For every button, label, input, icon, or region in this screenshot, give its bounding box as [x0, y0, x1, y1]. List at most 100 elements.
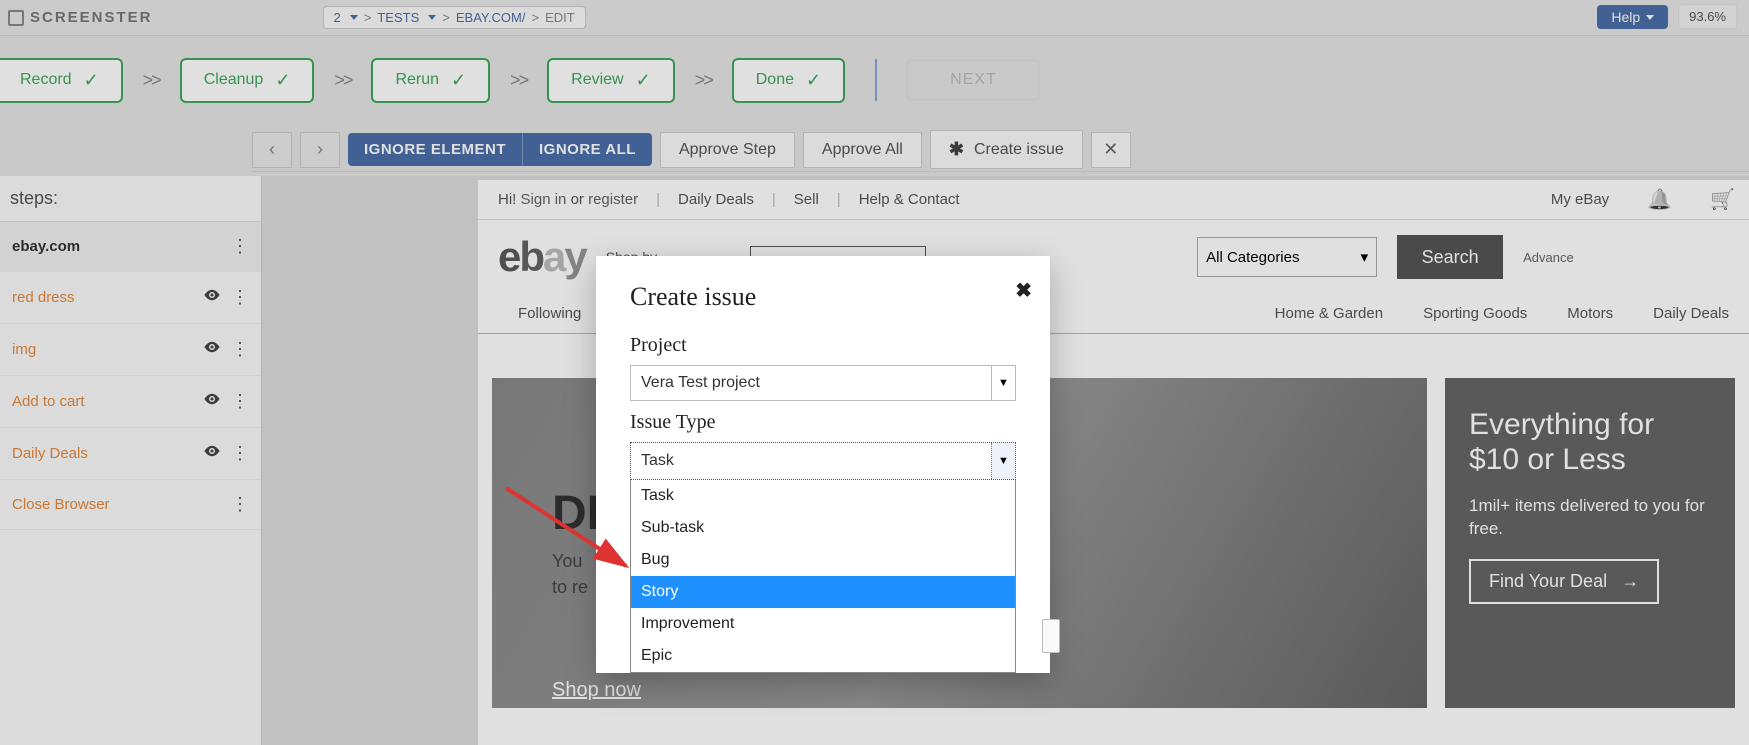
- check-icon: ✓: [806, 70, 821, 91]
- dropdown-option[interactable]: Sub-task: [631, 512, 1015, 544]
- chevron-down-icon[interactable]: ▼: [992, 365, 1016, 401]
- nav-sporting[interactable]: Sporting Goods: [1423, 305, 1527, 322]
- breadcrumb-sep: >: [531, 10, 539, 25]
- dropdown-option[interactable]: Story: [631, 576, 1015, 608]
- banner-sub1: You: [552, 551, 582, 571]
- sidebar-item[interactable]: Daily Deals ⋮: [0, 428, 261, 480]
- done-label: Done: [756, 71, 794, 89]
- prev-arrow-button[interactable]: ‹: [252, 132, 292, 168]
- kebab-icon[interactable]: ⋮: [231, 236, 249, 257]
- nav-deals[interactable]: Daily Deals: [1653, 305, 1729, 322]
- rerun-button[interactable]: Rerun✓: [371, 58, 490, 103]
- ebay-signin-link[interactable]: Sign in: [521, 191, 567, 208]
- kebab-icon[interactable]: ⋮: [231, 287, 249, 308]
- ebay-register-link[interactable]: register: [588, 191, 638, 208]
- advanced-link[interactable]: Advance: [1523, 250, 1574, 265]
- sidebar-title: steps:: [0, 176, 261, 222]
- eye-icon[interactable]: [203, 390, 221, 413]
- issue-type-dropdown[interactable]: TaskSub-taskBugStoryImprovementEpic: [630, 480, 1016, 673]
- cart-icon[interactable]: 🛒: [1710, 187, 1735, 212]
- ebay-greeting: Hi! Sign in or register: [498, 191, 638, 208]
- ebay-search-button[interactable]: Search: [1397, 235, 1503, 279]
- sidebar-item[interactable]: red dress ⋮: [0, 272, 261, 324]
- caret-down-icon: ▾: [1361, 248, 1369, 266]
- kebab-icon[interactable]: ⋮: [231, 494, 249, 515]
- issue-type-value: Task: [631, 443, 991, 479]
- flow-sep: >>: [334, 70, 351, 91]
- chevron-down-icon[interactable]: ▼: [991, 443, 1015, 479]
- bell-icon[interactable]: 🔔: [1647, 187, 1672, 212]
- caret-down-icon: [428, 15, 436, 20]
- kebab-icon[interactable]: ⋮: [231, 443, 249, 464]
- flow-sep: >>: [695, 70, 712, 91]
- dropdown-option[interactable]: Task: [631, 480, 1015, 512]
- eye-icon[interactable]: [203, 442, 221, 465]
- help-button[interactable]: Help: [1597, 5, 1668, 29]
- review-button[interactable]: Review✓: [547, 58, 675, 103]
- project-select[interactable]: Vera Test project ▼: [630, 365, 1016, 401]
- sidebar-item[interactable]: img ⋮: [0, 324, 261, 376]
- breadcrumb-tests[interactable]: TESTS: [377, 10, 419, 25]
- kebab-icon[interactable]: ⋮: [231, 339, 249, 360]
- dropdown-option[interactable]: Epic: [631, 640, 1015, 672]
- ebay-sell-link[interactable]: Sell: [794, 191, 819, 208]
- next-arrow-button[interactable]: ›: [300, 132, 340, 168]
- record-button[interactable]: Record✓: [0, 58, 123, 103]
- flow-bar: Record✓ >> Cleanup✓ >> Rerun✓ >> Review✓…: [0, 40, 1749, 120]
- approve-all-button[interactable]: Approve All: [803, 132, 922, 168]
- sidebar-item-label: ebay.com: [12, 238, 80, 255]
- eye-icon[interactable]: [203, 338, 221, 361]
- nav-motors[interactable]: Motors: [1567, 305, 1613, 322]
- breadcrumb-site[interactable]: EBAY.COM/: [456, 10, 526, 25]
- check-icon: ✓: [636, 70, 651, 91]
- create-issue-modal: ✖ Create issue Project Vera Test project…: [596, 256, 1050, 673]
- kebab-icon[interactable]: ⋮: [231, 391, 249, 412]
- ignore-element-button[interactable]: IGNORE ELEMENT: [348, 133, 522, 166]
- sidebar-item-label: red dress: [12, 289, 75, 306]
- breadcrumb-number[interactable]: 2: [334, 10, 341, 25]
- rerun-label: Rerun: [395, 71, 439, 89]
- find-deal-button[interactable]: Find Your Deal→: [1469, 559, 1659, 604]
- category-select[interactable]: All Categories▾: [1197, 237, 1377, 277]
- approve-step-button[interactable]: Approve Step: [660, 132, 795, 168]
- project-label: Project: [630, 334, 1016, 357]
- done-button[interactable]: Done ✓: [732, 58, 845, 103]
- resize-handle[interactable]: [1042, 619, 1060, 653]
- sidebar: steps: ebay.com⋮red dress⋮img⋮Add to car…: [0, 176, 262, 745]
- banner-sub2: to re: [552, 577, 588, 597]
- sidebar-item-label: Add to cart: [12, 393, 85, 410]
- close-icon[interactable]: ✖: [1015, 278, 1032, 303]
- dropdown-option[interactable]: Improvement: [631, 608, 1015, 640]
- ebay-help-link[interactable]: Help & Contact: [859, 191, 960, 208]
- help-label: Help: [1611, 9, 1640, 25]
- banner-right-subtitle: 1mil+ items delivered to you for free.: [1469, 495, 1711, 541]
- dropdown-option[interactable]: Bug: [631, 544, 1015, 576]
- nav-home-garden[interactable]: Home & Garden: [1275, 305, 1383, 322]
- nav-following[interactable]: Following: [518, 305, 581, 322]
- flow-sep: >>: [143, 70, 160, 91]
- cleanup-button[interactable]: Cleanup✓: [180, 58, 315, 103]
- eye-icon[interactable]: [203, 286, 221, 309]
- sidebar-item-label: Daily Deals: [12, 445, 88, 462]
- record-label: Record: [20, 71, 72, 89]
- shop-now-link[interactable]: Shop now: [552, 679, 641, 702]
- sidebar-item[interactable]: Add to cart ⋮: [0, 376, 261, 428]
- sidebar-item[interactable]: Close Browser⋮: [0, 480, 261, 530]
- pipe-separator: [875, 59, 877, 101]
- sidebar-item[interactable]: ebay.com ⋮: [0, 222, 261, 272]
- caret-down-icon: [350, 15, 358, 20]
- create-issue-button[interactable]: ✱ Create issue: [930, 130, 1083, 169]
- sidebar-item-icons: ⋮: [203, 286, 249, 309]
- zoom-level[interactable]: 93.6%: [1678, 4, 1737, 29]
- ebay-myebay-link[interactable]: My eBay: [1551, 191, 1609, 208]
- breadcrumb[interactable]: 2 > TESTS > EBAY.COM/ > EDIT: [323, 6, 586, 29]
- next-button[interactable]: NEXT: [907, 60, 1040, 100]
- sidebar-item-label: img: [12, 341, 36, 358]
- find-deal-label: Find Your Deal: [1489, 571, 1607, 592]
- divider: |: [837, 191, 841, 208]
- ebay-logo[interactable]: ebay: [498, 233, 586, 281]
- issue-type-select[interactable]: Task ▼: [630, 442, 1016, 480]
- ignore-all-button[interactable]: IGNORE ALL: [522, 133, 652, 166]
- close-toolbar-button[interactable]: ✕: [1091, 132, 1131, 168]
- ebay-daily-deals-link[interactable]: Daily Deals: [678, 191, 754, 208]
